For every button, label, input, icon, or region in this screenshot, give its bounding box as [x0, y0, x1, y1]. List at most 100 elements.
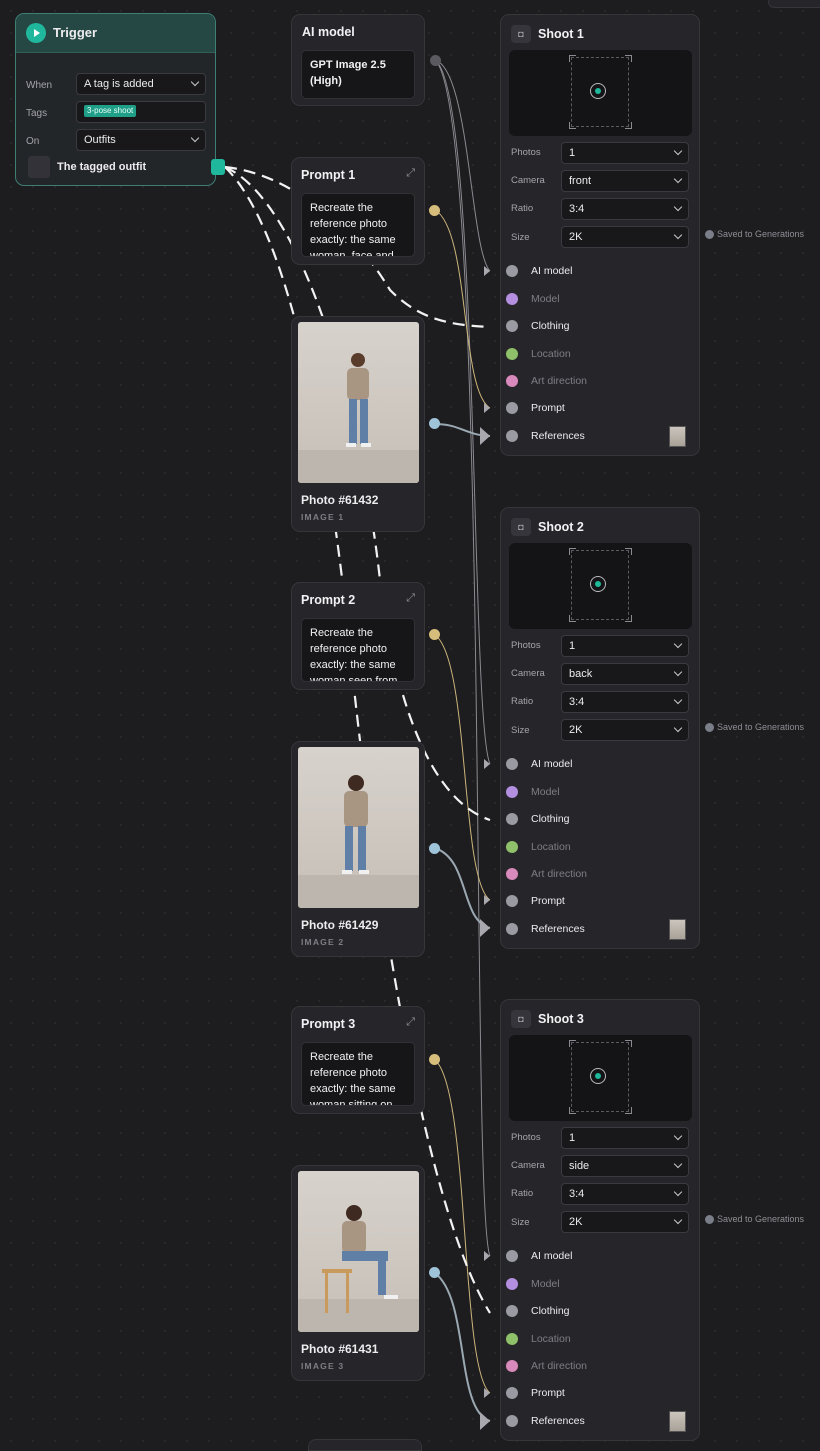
input-port[interactable]	[506, 293, 518, 305]
on-value: Outfits	[84, 134, 116, 146]
photos-select[interactable]: 1	[561, 1127, 689, 1149]
ai-model-output-port[interactable]	[430, 55, 441, 66]
prompt-output-port[interactable]	[429, 629, 440, 640]
expand-icon[interactable]: ⤢	[406, 592, 415, 605]
photo-output-port[interactable]	[429, 418, 440, 429]
camera-select[interactable]: front	[561, 170, 689, 192]
tags-field[interactable]: 3-pose shoot	[76, 101, 206, 123]
prompt-text[interactable]: Recreate the reference photo exactly: th…	[301, 1042, 415, 1106]
prompt-node-1[interactable]: Prompt 1 ⤢ Recreate the reference photo …	[291, 157, 425, 265]
chevron-down-icon	[673, 230, 683, 240]
input-port[interactable]	[506, 1278, 518, 1290]
photo-node-1[interactable]: Photo #61432 IMAGE 1	[291, 316, 425, 532]
prompt-text[interactable]: Recreate the reference photo exactly: th…	[301, 618, 415, 682]
photos-value: 1	[569, 640, 576, 652]
expand-icon[interactable]: ⤢	[406, 1016, 415, 1029]
input-port[interactable]	[506, 430, 518, 442]
input-port[interactable]	[506, 923, 518, 935]
reference-photo	[298, 322, 419, 483]
photos-select[interactable]: 1	[561, 142, 689, 164]
size-select[interactable]: 2K	[561, 719, 689, 741]
shoot-title: Shoot 2	[538, 520, 584, 534]
ratio-select[interactable]: 3:4	[561, 691, 689, 713]
prompt-title: Prompt 1	[301, 168, 356, 182]
trigger-output-port[interactable]	[211, 159, 225, 175]
ratio-select[interactable]: 3:4	[561, 1183, 689, 1205]
input-label: Prompt	[531, 895, 565, 907]
input-port[interactable]	[506, 1387, 518, 1399]
input-port[interactable]	[506, 1250, 518, 1262]
size-select[interactable]: 2K	[561, 226, 689, 248]
chevron-down-icon	[673, 723, 683, 733]
input-label: AI model	[531, 265, 573, 277]
input-port[interactable]	[506, 348, 518, 360]
photo-subtitle: IMAGE 3	[301, 1361, 345, 1371]
shot-preview	[509, 1035, 692, 1121]
input-label: Art direction	[531, 1360, 588, 1372]
status-dot-icon	[705, 1215, 714, 1225]
photos-value: 1	[569, 147, 576, 159]
expand-icon[interactable]: ⤢	[406, 167, 415, 180]
ratio-label: Ratio	[511, 1188, 534, 1199]
prompt-output-port[interactable]	[429, 1054, 440, 1065]
ratio-label: Ratio	[511, 203, 534, 214]
prompt-text[interactable]: Recreate the reference photo exactly: th…	[301, 193, 415, 257]
play-icon[interactable]	[26, 23, 46, 43]
input-port[interactable]	[506, 813, 518, 825]
input-port[interactable]	[506, 758, 518, 770]
photo-node-3[interactable]: Photo #61431 IMAGE 3	[291, 1165, 425, 1381]
trigger-node[interactable]: Trigger When A tag is added Tags 3-pose …	[15, 13, 216, 186]
photo-node-2[interactable]: Photo #61429 IMAGE 2	[291, 741, 425, 957]
camera-value: back	[569, 668, 593, 680]
input-label: Location	[531, 841, 571, 853]
tag-chip[interactable]: 3-pose shoot	[84, 105, 137, 118]
camera-icon: ◘	[511, 518, 531, 536]
when-value: A tag is added	[84, 78, 154, 90]
camera-select[interactable]: side	[561, 1155, 689, 1177]
photos-select[interactable]: 1	[561, 635, 689, 657]
output-label: The tagged outfit	[57, 161, 147, 173]
prompt-node-3[interactable]: Prompt 3 ⤢ Recreate the reference photo …	[291, 1006, 425, 1114]
input-port[interactable]	[506, 375, 518, 387]
focus-target-icon	[590, 83, 606, 99]
chevron-down-icon	[673, 202, 683, 212]
photo-title: Photo #61431	[301, 1342, 379, 1356]
ai-model-value[interactable]: GPT Image 2.5 (High)	[301, 50, 415, 99]
photos-label: Photos	[511, 147, 541, 158]
input-port[interactable]	[506, 1415, 518, 1427]
input-port[interactable]	[506, 265, 518, 277]
input-port[interactable]	[506, 841, 518, 853]
photo-output-port[interactable]	[429, 843, 440, 854]
prompt-node-2[interactable]: Prompt 2 ⤢ Recreate the reference photo …	[291, 582, 425, 690]
ai-model-node[interactable]: AI model GPT Image 2.5 (High)	[291, 14, 425, 106]
reference-thumbnail	[669, 1411, 686, 1432]
shoot-node-1[interactable]: ◘ Shoot 1 Photos 1 Camera front Ratio 3:…	[500, 14, 700, 456]
input-port[interactable]	[506, 1305, 518, 1317]
input-port[interactable]	[506, 895, 518, 907]
chevron-down-icon	[673, 695, 683, 705]
ratio-value: 3:4	[569, 203, 585, 215]
input-label: AI model	[531, 1250, 573, 1262]
shoot-node-3[interactable]: ◘ Shoot 3 Photos 1 Camera side Ratio 3:4…	[500, 999, 700, 1441]
camera-select[interactable]: back	[561, 663, 689, 685]
input-port[interactable]	[506, 868, 518, 880]
outfit-thumbnail	[28, 156, 50, 178]
input-port[interactable]	[506, 402, 518, 414]
prompt-output-port[interactable]	[429, 205, 440, 216]
shoot-node-2[interactable]: ◘ Shoot 2 Photos 1 Camera back Ratio 3:4…	[500, 507, 700, 949]
input-port[interactable]	[506, 1333, 518, 1345]
input-port[interactable]	[506, 320, 518, 332]
input-port[interactable]	[506, 1360, 518, 1372]
input-label: Location	[531, 348, 571, 360]
on-select[interactable]: Outfits	[76, 129, 206, 151]
shoot-title: Shoot 3	[538, 1012, 584, 1026]
input-label: AI model	[531, 758, 573, 770]
on-label: On	[26, 136, 40, 147]
size-select[interactable]: 2K	[561, 1211, 689, 1233]
input-port[interactable]	[506, 786, 518, 798]
when-select[interactable]: A tag is added	[76, 73, 206, 95]
prompt-title: Prompt 3	[301, 1017, 356, 1031]
reference-photo	[298, 1171, 419, 1332]
photo-output-port[interactable]	[429, 1267, 440, 1278]
ratio-select[interactable]: 3:4	[561, 198, 689, 220]
